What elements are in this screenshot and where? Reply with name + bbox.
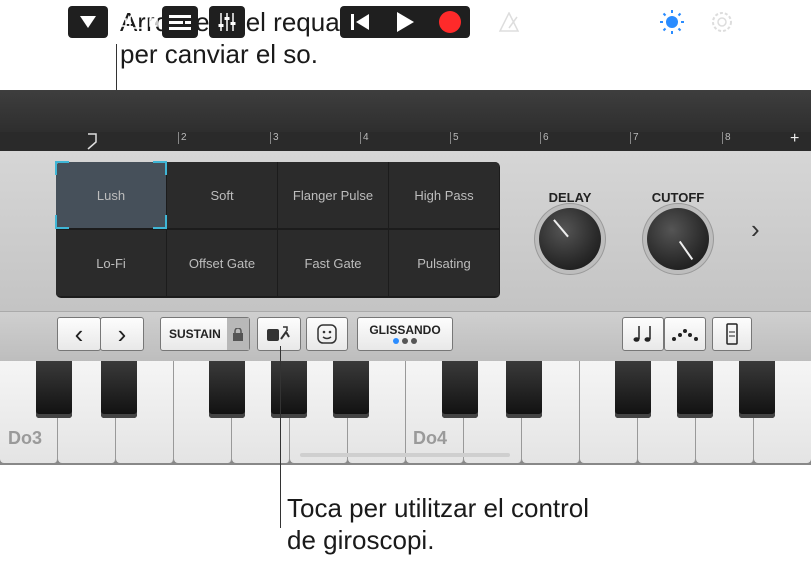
ruler-tick: 7	[633, 132, 639, 143]
sound-cell[interactable]: High Pass	[389, 162, 499, 228]
black-key[interactable]	[615, 361, 651, 418]
sound-cell[interactable]: Lo-Fi	[56, 230, 166, 296]
ruler-tick: 2	[181, 132, 187, 143]
play-icon	[397, 12, 414, 32]
arpeggiator-button[interactable]	[664, 317, 706, 351]
brightness-button[interactable]	[655, 6, 689, 38]
settings-button[interactable]	[705, 6, 739, 38]
note-label-do3: Do3	[8, 428, 43, 448]
brightness-icon	[660, 10, 684, 34]
menu-triangle-icon	[80, 16, 96, 28]
sound-cell[interactable]: Pulsating	[389, 230, 499, 296]
black-key[interactable]	[101, 361, 137, 418]
rewind-icon	[351, 14, 369, 30]
sound-cell[interactable]: Fast Gate	[278, 230, 388, 296]
tracks-button[interactable]	[162, 6, 198, 38]
keyboard-scroll-indicator[interactable]	[300, 453, 510, 457]
lock-icon	[227, 318, 249, 350]
toolbar	[0, 90, 811, 132]
ruler-tick: 6	[543, 132, 549, 143]
settings-icon	[712, 12, 732, 32]
gyroscope-button[interactable]	[257, 317, 301, 351]
sound-cell[interactable]: Soft	[167, 162, 277, 228]
black-key[interactable]	[506, 361, 542, 418]
cutoff-label: CUTOFF	[651, 190, 705, 205]
play-button[interactable]	[384, 6, 426, 38]
keyboard-size-button[interactable]	[712, 317, 752, 351]
black-key[interactable]	[271, 361, 307, 418]
selection-frame[interactable]	[55, 161, 167, 229]
cutoff-knob[interactable]	[647, 208, 709, 270]
mixer-button[interactable]	[209, 6, 245, 38]
sustain-label: SUSTAIN	[169, 327, 221, 341]
playhead-icon[interactable]	[86, 132, 100, 150]
sound-cell[interactable]: Offset Gate	[167, 230, 277, 296]
record-icon	[439, 11, 461, 33]
rewind-button[interactable]	[340, 6, 380, 38]
callout-bottom-text: Toca per utilitzar el control de girosco…	[287, 493, 590, 555]
black-key[interactable]	[333, 361, 369, 418]
arpeggiator-icon	[672, 329, 698, 341]
black-key[interactable]	[36, 361, 72, 418]
black-key[interactable]	[442, 361, 478, 418]
menu-button[interactable]	[68, 6, 108, 38]
note-label-do4: Do4	[413, 428, 448, 448]
glissando-label: GLISSANDO	[369, 323, 441, 337]
delay-knob[interactable]	[539, 208, 601, 270]
tracks-icon	[169, 15, 191, 30]
record-button[interactable]	[430, 6, 470, 38]
ruler-tick: 5	[453, 132, 459, 143]
face-icon	[317, 324, 337, 344]
metronome-icon	[498, 12, 520, 32]
mode-dots-icon	[393, 338, 417, 344]
mixer-icon	[218, 13, 236, 31]
ruler-tick: 4	[363, 132, 369, 143]
keyboard-size-icon	[726, 323, 738, 345]
metronome-button[interactable]	[492, 6, 526, 38]
sustain-button[interactable]: SUSTAIN	[160, 317, 250, 351]
timeline-ruler[interactable]: 2 3 4 5 6 7 8 +	[0, 130, 811, 152]
delay-label: DELAY	[548, 190, 592, 205]
ruler-tick: 8	[725, 132, 731, 143]
callout-bottom-line-over-keys	[280, 346, 281, 528]
sound-cell[interactable]: Flanger Pulse	[278, 162, 388, 228]
notes-icon	[633, 326, 651, 342]
notes-view-button[interactable]	[622, 317, 664, 351]
gyroscope-icon	[267, 326, 290, 341]
view-toggle-icon	[118, 15, 158, 29]
view-toggle-button[interactable]	[116, 6, 160, 38]
face-control-button[interactable]	[306, 317, 348, 351]
black-key[interactable]	[209, 361, 245, 418]
next-panel-button[interactable]: ›	[751, 214, 760, 245]
octave-up-button[interactable]: ›	[100, 317, 144, 351]
black-key[interactable]	[739, 361, 775, 418]
black-key[interactable]	[677, 361, 713, 418]
octave-down-button[interactable]: ‹	[57, 317, 101, 351]
glissando-button[interactable]: GLISSANDO	[357, 317, 453, 351]
add-section-button[interactable]: +	[790, 130, 799, 148]
ruler-tick: 3	[273, 132, 279, 143]
